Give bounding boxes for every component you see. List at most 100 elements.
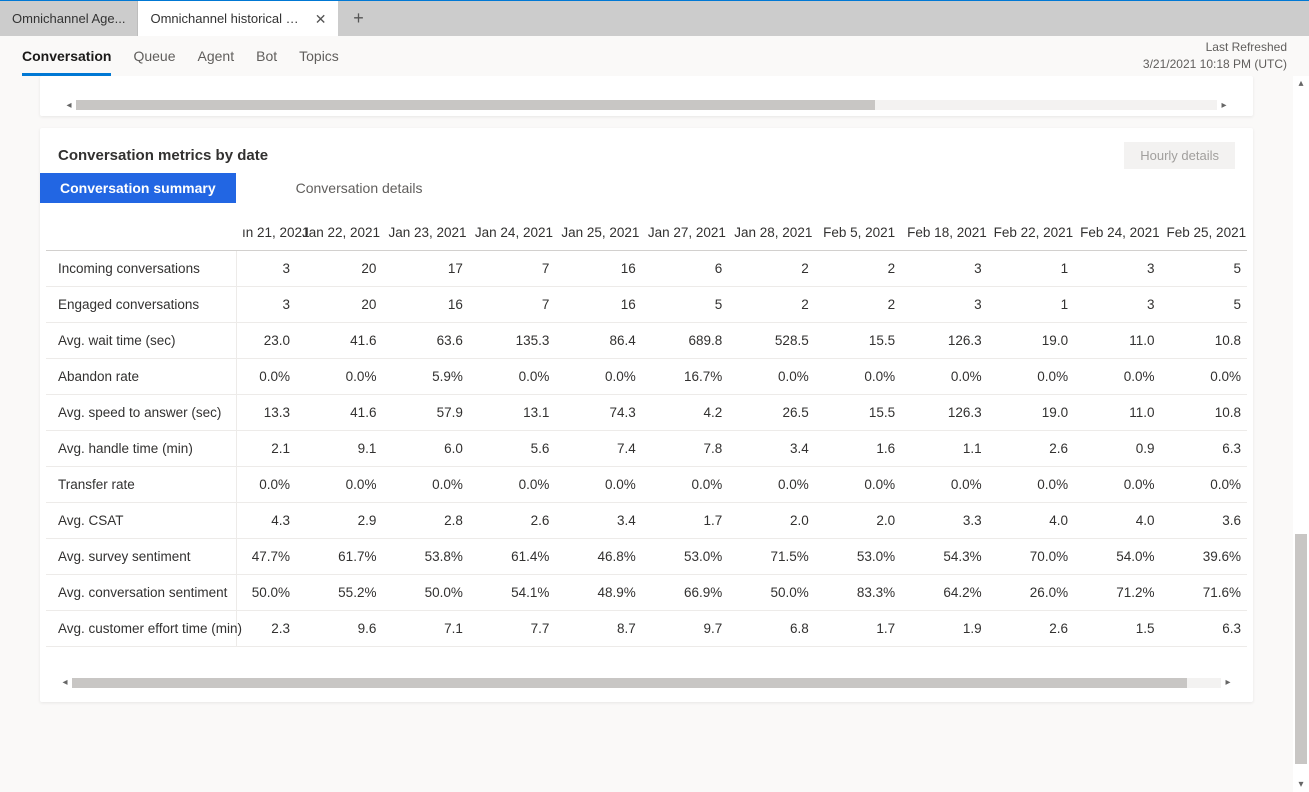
nav-tab-agent[interactable]: Agent [198,36,235,76]
scrollbar-thumb[interactable] [72,678,1187,688]
metric-cell: 71.2% [1074,575,1160,611]
table-row: Abandon rate0.0%0.0%5.9%0.0%0.0%16.7%0.0… [46,359,1247,395]
metric-cell: 2.6 [469,503,555,539]
table-row: Avg. customer effort time (min)2.39.67.1… [46,611,1247,647]
metric-cell: 1.7 [815,611,901,647]
metric-cell: 10.8 [1161,395,1247,431]
metric-cell: 54.1% [469,575,555,611]
metric-cell: 1.9 [901,611,987,647]
metric-cell: 4.3 [236,503,296,539]
hourly-details-button[interactable]: Hourly details [1124,142,1235,169]
metric-cell: 689.8 [642,323,728,359]
metric-cell: 3.3 [901,503,987,539]
metric-cell: 9.1 [296,431,382,467]
metric-cell: 2.0 [815,503,901,539]
scrollbar-track[interactable] [76,100,1217,110]
metric-cell: 6.8 [728,611,814,647]
scroll-right-icon[interactable]: ▸ [1217,100,1231,111]
metric-cell: 16 [555,287,641,323]
scroll-right-icon[interactable]: ▸ [1221,677,1235,688]
metric-cell: 2.0 [728,503,814,539]
add-tab-button[interactable]: + [338,1,378,36]
metric-cell: 74.3 [555,395,641,431]
metric-cell: 53.8% [382,539,468,575]
table-column-header: Feb 18, 2021 [901,215,987,251]
metrics-panel: Conversation metrics by date Hourly deta… [40,128,1253,702]
metric-row-label: Avg. CSAT [46,503,236,539]
table-row: Incoming conversations320177166223135 [46,251,1247,287]
scroll-left-icon[interactable]: ◂ [62,100,76,111]
last-refreshed-label: Last Refreshed [1143,39,1287,56]
metric-cell: 63.6 [382,323,468,359]
table-row: Avg. survey sentiment47.7%61.7%53.8%61.4… [46,539,1247,575]
metric-cell: 8.7 [555,611,641,647]
metric-cell: 0.0% [1074,467,1160,503]
nav-row: Conversation Queue Agent Bot Topics Last… [0,36,1309,76]
tab-conversation-details[interactable]: Conversation details [276,173,443,203]
metric-cell: 0.0% [555,467,641,503]
metric-cell: 20 [296,287,382,323]
metric-cell: 17 [382,251,468,287]
metric-cell: 0.0% [236,359,296,395]
nav-tab-conversation[interactable]: Conversation [22,36,111,76]
scrollbar-thumb[interactable] [1295,534,1307,764]
metric-cell: 1.7 [642,503,728,539]
nav-tab-bot[interactable]: Bot [256,36,277,76]
metric-row-label: Avg. speed to answer (sec) [46,395,236,431]
metric-cell: 16.7% [642,359,728,395]
metric-row-label: Avg. handle time (min) [46,431,236,467]
last-refreshed-value: 3/21/2021 10:18 PM (UTC) [1143,56,1287,73]
metric-cell: 6 [642,251,728,287]
metrics-tabs: Conversation summary Conversation detail… [40,169,1253,203]
metrics-title: Conversation metrics by date [58,147,268,164]
content-area: ▴ ▾ ◂ ▸ Conversation metrics by date Hou… [0,76,1309,792]
metric-cell: 15.5 [815,395,901,431]
top-panel: ◂ ▸ [40,76,1253,116]
nav-tab-queue[interactable]: Queue [133,36,175,76]
metric-cell: 7.8 [642,431,728,467]
metric-cell: 7 [469,251,555,287]
scrollbar-track[interactable] [72,678,1221,688]
metric-cell: 3 [1074,251,1160,287]
top-panel-scroll[interactable]: ◂ ▸ [62,100,1231,110]
browser-tab-active[interactable]: Omnichannel historical an... ✕ [138,1,338,36]
scrollbar-thumb[interactable] [76,100,875,110]
metric-cell: 20 [296,251,382,287]
table-column-header: ın 21, 2021 [236,215,296,251]
metric-cell: 0.0% [988,359,1074,395]
metric-cell: 0.0% [815,467,901,503]
metric-cell: 2.3 [236,611,296,647]
scroll-up-icon[interactable]: ▴ [1298,76,1303,91]
metric-cell: 86.4 [555,323,641,359]
metric-cell: 0.0% [728,359,814,395]
metric-cell: 7.4 [555,431,641,467]
tab-conversation-summary[interactable]: Conversation summary [40,173,236,203]
metric-cell: 3 [901,287,987,323]
close-icon[interactable]: ✕ [315,12,327,26]
scroll-left-icon[interactable]: ◂ [58,677,72,688]
metric-cell: 41.6 [296,395,382,431]
table-column-header: Feb 22, 2021 [988,215,1074,251]
metric-cell: 126.3 [901,323,987,359]
page-scrollbar[interactable]: ▴ ▾ [1293,76,1309,792]
nav-tab-topics[interactable]: Topics [299,36,339,76]
table-column-header: Feb 24, 2021 [1074,215,1160,251]
metric-row-label: Avg. wait time (sec) [46,323,236,359]
metric-cell: 0.0% [728,467,814,503]
metric-cell: 54.0% [1074,539,1160,575]
metric-cell: 13.3 [236,395,296,431]
metric-cell: 2 [815,251,901,287]
metric-cell: 4.0 [988,503,1074,539]
metric-cell: 50.0% [236,575,296,611]
scroll-down-icon[interactable]: ▾ [1298,777,1303,792]
metric-cell: 0.0% [236,467,296,503]
metrics-h-scroll[interactable]: ◂ ▸ [40,677,1253,688]
table-column-header: Jan 23, 2021 [382,215,468,251]
metric-cell: 1 [988,287,1074,323]
metric-cell: 1.6 [815,431,901,467]
browser-tab-inactive[interactable]: Omnichannel Age... [0,1,138,36]
table-header-row: ın 21, 2021Jan 22, 2021Jan 23, 2021Jan 2… [46,215,1247,251]
metric-cell: 11.0 [1074,395,1160,431]
metric-cell: 0.0% [382,467,468,503]
table-column-header: Feb 25, 2021 [1161,215,1247,251]
